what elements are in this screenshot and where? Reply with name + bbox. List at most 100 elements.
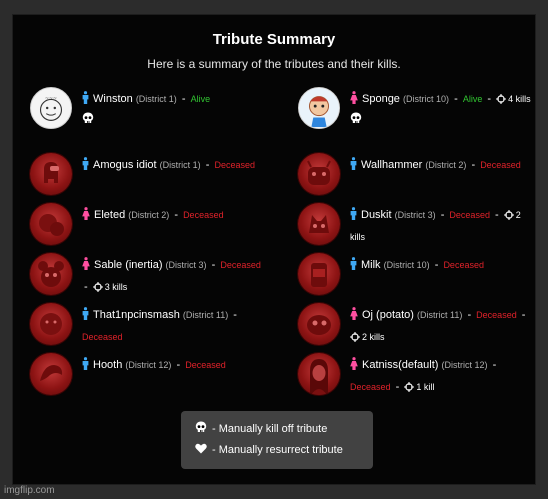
separator: - — [495, 209, 499, 221]
npc-silhouette-icon — [40, 313, 62, 335]
page-title: Tribute Summary — [212, 31, 336, 48]
tribute-status: Deceased — [449, 210, 490, 220]
tribute-status: Deceased — [183, 210, 224, 220]
separator: - — [487, 93, 492, 105]
tribute-status: Alive — [462, 94, 483, 104]
tribute-district: (District 3) — [394, 210, 436, 220]
male-icon — [350, 207, 357, 227]
tribute-avatar — [298, 203, 340, 245]
separator: - — [176, 359, 181, 371]
tribute-name: Duskit — [361, 209, 392, 221]
tribute-status: Deceased — [82, 332, 123, 342]
crosshair-icon — [503, 207, 514, 227]
tribute-status: Deceased — [480, 160, 521, 170]
separator: - — [434, 259, 439, 271]
tribute-card: Eleted (District 2) - Deceased — [30, 203, 265, 251]
legend-resurrect-row: - Manually resurrect tribute — [195, 443, 343, 457]
skull-icon[interactable] — [195, 421, 207, 436]
tribute-info: Wallhammer (District 2) - Deceased — [350, 155, 532, 177]
tribute-card: Milk (District 10) - Deceased — [298, 253, 533, 301]
male-icon — [350, 257, 357, 277]
tribute-district: (District 1) — [135, 94, 177, 104]
tribute-card: Amogus idiot (District 1) - Deceased — [30, 153, 265, 201]
tribute-name: Katniss(default) — [362, 359, 439, 371]
separator: - — [492, 359, 497, 371]
skull-icon[interactable] — [350, 112, 362, 127]
tribute-district: (District 12) — [441, 360, 488, 370]
tribute-card: That1npcinsmash (District 11) - Deceased — [30, 303, 265, 351]
tribute-card: Duskit (District 3) - Deceased - 2 kills — [298, 203, 533, 251]
katniss-silhouette-icon — [310, 359, 328, 395]
tribute-district: (District 11) — [417, 310, 463, 320]
separator: - — [471, 159, 476, 171]
tribute-name: Amogus idiot — [93, 159, 157, 171]
tribute-info: Hooth (District 12) - Deceased — [82, 355, 264, 377]
tribute-avatar — [298, 253, 340, 295]
tribute-avatar — [30, 253, 72, 295]
separator: - — [233, 309, 237, 321]
milk-silhouette-icon — [311, 263, 327, 287]
tribute-district: (District 11) — [182, 310, 229, 320]
tribute-avatar — [298, 353, 340, 395]
male-icon — [82, 357, 89, 377]
tribute-kills: 3 kills — [104, 282, 128, 292]
heart-icon[interactable] — [195, 443, 207, 457]
separator: - — [467, 309, 472, 321]
tribute-district: (District 2) — [128, 210, 170, 220]
tribute-card: Sable (inertia) (District 3) - Deceased … — [30, 253, 265, 301]
separator: - — [174, 209, 178, 221]
tribute-info: Katniss(default) (District 12) - Decease… — [350, 355, 532, 399]
tribute-avatar: ~~~ — [30, 87, 72, 129]
tribute-status: Deceased — [476, 310, 517, 320]
male-icon — [82, 157, 89, 177]
separator: - — [521, 309, 526, 321]
sponge-drawing-icon — [299, 88, 339, 128]
separator: - — [84, 281, 88, 293]
hooth-silhouette-icon — [40, 365, 63, 381]
tribute-info: Amogus idiot (District 1) - Deceased — [82, 155, 264, 177]
tribute-status: Deceased — [220, 260, 261, 270]
tribute-info: Eleted (District 2) - Deceased — [82, 205, 264, 227]
female-icon — [350, 91, 358, 111]
tribute-kills: 4 kills — [508, 94, 531, 104]
oj-potato-silhouette-icon — [307, 315, 331, 335]
female-icon — [350, 357, 358, 377]
tribute-avatar — [298, 303, 340, 345]
sable-silhouette-icon — [38, 261, 64, 287]
tribute-name: Oj (potato) — [362, 309, 414, 321]
separator: - — [181, 93, 186, 105]
tribute-district: (District 1) — [159, 160, 201, 170]
separator: - — [395, 381, 400, 393]
tribute-name: That1npcinsmash — [93, 309, 180, 321]
tribute-card: Katniss(default) (District 12) - Decease… — [298, 353, 533, 401]
page-subtitle: Here is a summary of the tributes and th… — [147, 57, 401, 71]
tribute-info: That1npcinsmash (District 11) - Deceased — [82, 305, 264, 347]
tribute-info: Duskit (District 3) - Deceased - 2 kills — [350, 205, 532, 247]
eleted-silhouette-icon — [39, 214, 64, 236]
tribute-name: Hooth — [93, 359, 123, 371]
tribute-status: Deceased — [185, 360, 226, 370]
tribute-district: (District 2) — [425, 160, 467, 170]
tribute-info: Oj (potato) (District 11) - Deceased - 2… — [350, 305, 532, 349]
female-icon — [82, 207, 90, 227]
tribute-info: Winston (District 1) - Alive — [82, 89, 264, 129]
skull-icon[interactable] — [82, 112, 94, 127]
male-icon — [82, 307, 89, 327]
crosshair-icon — [496, 91, 507, 111]
tribute-info: Sable (inertia) (District 3) - Deceased … — [82, 255, 264, 299]
crosshair-icon — [350, 329, 360, 349]
tribute-card: ~~~ Winston (District 1) - Alive — [30, 87, 265, 135]
tribute-district: (District 10) — [403, 94, 450, 104]
tribute-summary-panel: Tribute Summary Here is a summary of the… — [12, 14, 536, 485]
tribute-avatar — [30, 203, 72, 245]
legend-box: - Manually kill off tribute - Manually r… — [181, 411, 373, 469]
tribute-kills: 1 kill — [416, 382, 435, 392]
female-icon — [82, 257, 90, 277]
tribute-avatar — [298, 87, 340, 129]
watermark: imgflip.com — [4, 485, 55, 496]
tribute-avatar — [30, 303, 72, 345]
tribute-avatar — [30, 153, 72, 195]
tribute-district: (District 10) — [383, 260, 430, 270]
wallhammer-silhouette-icon — [307, 160, 331, 185]
female-icon — [350, 307, 358, 327]
